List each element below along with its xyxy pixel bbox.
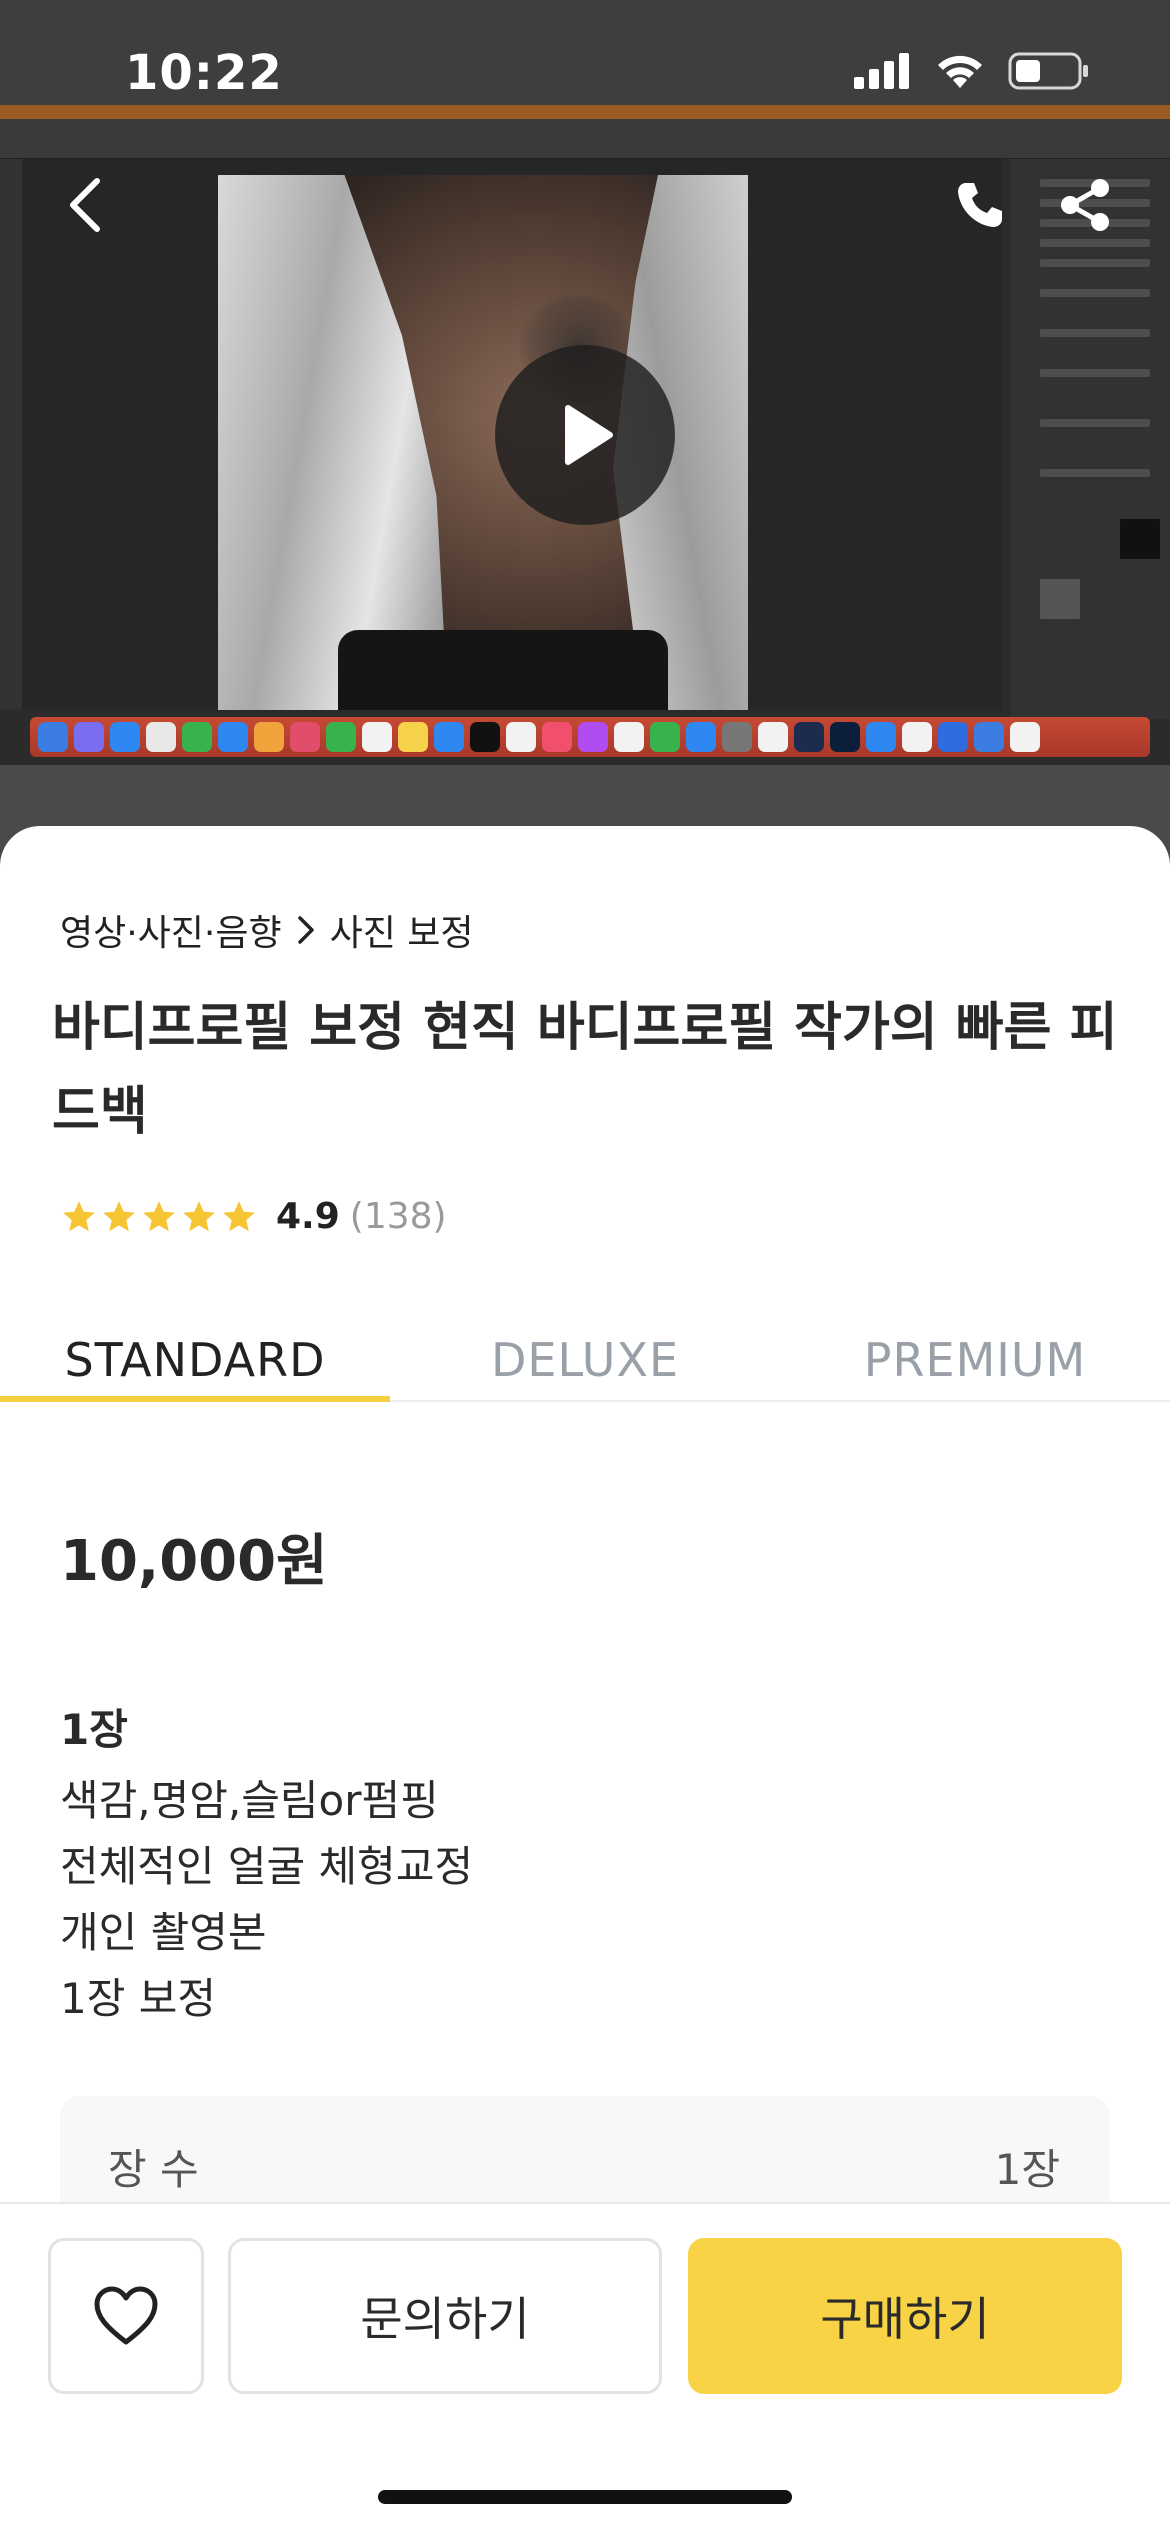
play-button[interactable] xyxy=(495,345,675,525)
chevron-left-icon xyxy=(70,178,100,232)
wifi-icon xyxy=(938,55,982,88)
active-tab-indicator xyxy=(0,1396,390,1402)
package-description-line: 전체적인 얼굴 체형교정 xyxy=(60,1842,474,1891)
home-indicator xyxy=(378,2490,792,2504)
rating: 4.9 (138) xyxy=(60,1196,447,1237)
star-icon xyxy=(143,1200,175,1231)
status-time: 10:22 xyxy=(125,45,283,101)
review-count[interactable]: (138) xyxy=(350,1196,447,1237)
service-detail-sheet: 영상·사진·음향 사진 보정 바디프로필 보정 현직 바디프로필 작가의 빠른 … xyxy=(0,826,1170,2206)
buy-button[interactable]: 구매하기 xyxy=(688,2238,1122,2394)
rating-stars xyxy=(60,1198,258,1236)
rating-score: 4.9 xyxy=(276,1196,340,1237)
bottom-action-bar: 문의하기 구매하기 xyxy=(0,2202,1170,2532)
status-icons xyxy=(854,52,1090,90)
back-button[interactable] xyxy=(55,170,115,240)
spec-value: 1장 xyxy=(994,2145,1060,2194)
package-tabs: STANDARD DELUXE PREMIUM xyxy=(0,1316,1170,1402)
share-icon xyxy=(1061,179,1109,231)
package-name: 1장 xyxy=(60,1705,128,1754)
package-description-line: 1장 보정 xyxy=(60,1974,216,2023)
star-icon xyxy=(183,1200,215,1231)
spec-label: 장 수 xyxy=(108,2145,199,2194)
service-title: 바디프로필 보정 현직 바디프로필 작가의 빠른 피드백 xyxy=(52,998,1118,1142)
package-price: 10,000원 xyxy=(60,1529,328,1594)
play-icon xyxy=(565,405,613,465)
inquiry-button[interactable]: 문의하기 xyxy=(228,2238,662,2394)
heart-icon xyxy=(94,2286,158,2345)
star-icon xyxy=(63,1200,95,1231)
call-button[interactable] xyxy=(950,175,1010,235)
favorite-button[interactable] xyxy=(48,2238,204,2394)
tab-standard[interactable]: STANDARD xyxy=(0,1316,390,1402)
share-button[interactable] xyxy=(1055,175,1115,235)
chevron-right-icon xyxy=(297,916,314,944)
package-spec-table: 장 수 1장 xyxy=(60,2096,1110,2206)
signal-icon xyxy=(854,53,909,89)
status-bar: 10:22 xyxy=(0,0,1170,110)
tab-premium[interactable]: PREMIUM xyxy=(780,1316,1170,1402)
star-icon xyxy=(103,1200,135,1231)
star-icon xyxy=(223,1200,255,1231)
breadcrumb: 영상·사진·음향 사진 보정 xyxy=(60,904,474,956)
tab-deluxe[interactable]: DELUXE xyxy=(390,1316,780,1402)
media-preview: 10:22 xyxy=(0,0,1170,880)
breadcrumb-subcategory[interactable]: 사진 보정 xyxy=(330,904,474,956)
battery-icon xyxy=(1008,52,1088,90)
breadcrumb-category[interactable]: 영상·사진·음향 xyxy=(60,904,282,956)
phone-icon xyxy=(958,183,1002,227)
package-description-line: 개인 촬영본 xyxy=(60,1908,267,1957)
package-description: 색감,명암,슬림or펌핑 전체적인 얼굴 체형교정 개인 촬영본 1장 보정 xyxy=(60,1768,473,2032)
package-description-line: 색감,명암,슬림or펌핑 xyxy=(60,1776,439,1825)
